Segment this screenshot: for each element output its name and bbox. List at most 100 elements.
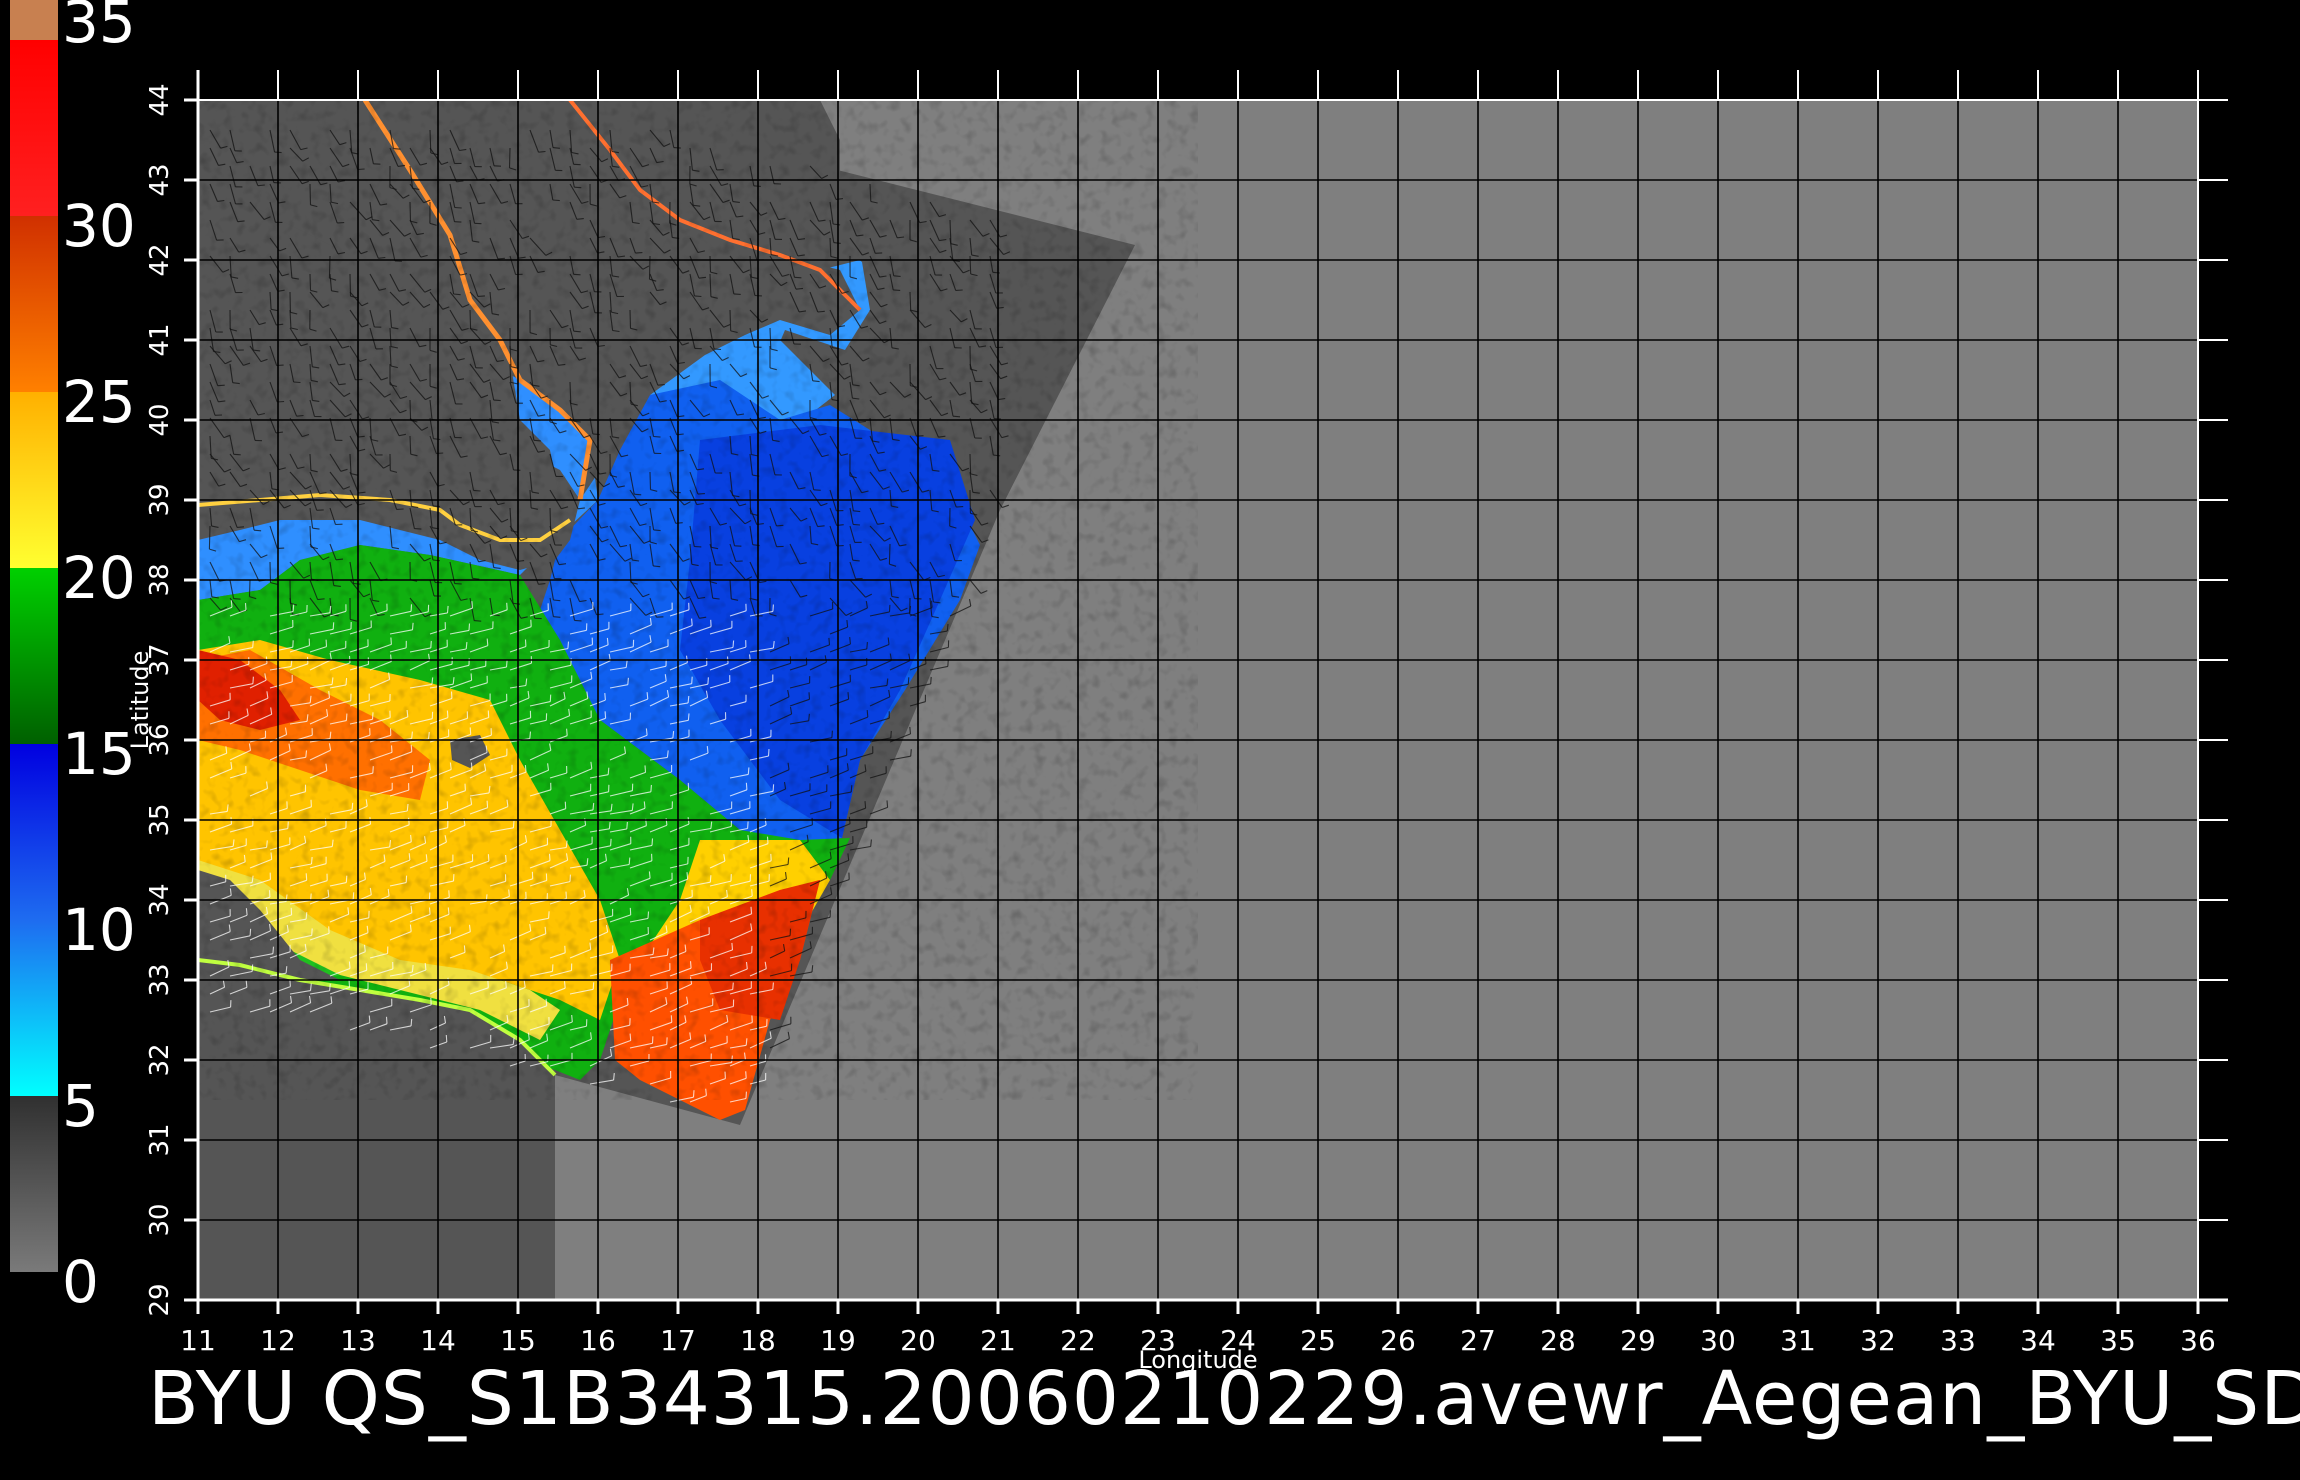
wind-barb-flag [733, 293, 741, 295]
colorbar-band [10, 1096, 58, 1272]
y-tick-label: 41 [145, 323, 175, 356]
x-tick-label: 30 [1700, 1324, 1736, 1357]
colorbar-tick-label: 5 [62, 1072, 99, 1140]
x-tick-label: 22 [1060, 1324, 1096, 1357]
wind-barb [649, 471, 652, 490]
wind-barb-flag [217, 384, 225, 387]
wind-barb-flag [772, 982, 774, 990]
wind-barb-flag [626, 821, 628, 829]
x-tick-label: 34 [2020, 1324, 2056, 1357]
wind-barb-flag [573, 330, 581, 333]
wind-barb-flag [465, 642, 468, 650]
wind-barb [969, 255, 972, 275]
wind-barb-flag [463, 945, 466, 953]
wind-barb-flag [952, 415, 961, 418]
colorbar-tick-label: 10 [62, 896, 136, 964]
wind-barb-flag [670, 1015, 673, 1023]
colorbar-band [10, 744, 58, 920]
wind-barb-flag [747, 821, 749, 829]
wind-speed-map: 05101520253035 11 12 13 14 15 16 17 18 1… [10, 0, 2228, 1374]
wind-barb-flag [446, 605, 449, 613]
y-tick-label: 31 [145, 1123, 175, 1156]
wind-barb [409, 435, 412, 455]
wind-barb-flag [607, 767, 610, 775]
y-tick-label: 35 [145, 803, 175, 836]
wind-barb-flag [406, 709, 409, 717]
wind-barb-flag [794, 276, 802, 279]
wind-barb-flag [410, 744, 413, 752]
image-caption: BYU QS_S1B34315.20060210229.avewr_Aegean… [148, 1356, 2300, 1442]
wind-barb-flag [252, 676, 254, 684]
wind-barb [709, 255, 712, 273]
wind-barb [629, 309, 632, 329]
wind-barb-flag [930, 600, 933, 608]
x-tick-label: 32 [1860, 1324, 1896, 1357]
wind-barb-flag [650, 784, 652, 792]
wind-barb-flag [675, 522, 683, 524]
y-tick-label: 42 [145, 243, 175, 276]
wind-barb-flag [566, 728, 568, 736]
wind-barb-flag [249, 928, 252, 936]
x-tick-label: 11 [180, 1324, 216, 1357]
x-tick-label: 21 [980, 1324, 1016, 1357]
wind-barb-flag [351, 802, 354, 810]
wind-barb-flag [608, 821, 611, 829]
wind-barb-flag [233, 598, 241, 600]
wind-barb [469, 309, 472, 329]
wind-barb-flag [604, 693, 606, 701]
wind-barb-flag [850, 785, 853, 793]
wind-barb-flag [285, 966, 288, 974]
wind-barb-flag [707, 677, 709, 685]
wind-barb-flag [454, 206, 462, 209]
wind-barb [909, 291, 912, 311]
wind-barb-flag [410, 1018, 413, 1026]
wind-barb-flag [345, 713, 348, 721]
wind-barb-flag [432, 505, 440, 508]
y-tick-label: 30 [145, 1203, 175, 1236]
wind-barb-flag [348, 961, 351, 969]
wind-barb-flag [371, 712, 374, 720]
wind-barb-flag [553, 599, 561, 602]
wind-barb [248, 579, 251, 597]
wind-barb-flag [545, 998, 548, 1006]
wind-barb-flag [647, 911, 650, 919]
wind-barb-flag [446, 710, 449, 718]
wind-barb-flag [573, 420, 581, 423]
wind-barb-flag [292, 604, 295, 612]
wind-barb-flag [610, 838, 612, 846]
x-tick-label: 33 [1940, 1324, 1976, 1357]
wind-barb-flag [653, 435, 661, 438]
wind-barb-flag [390, 745, 393, 753]
wind-barb [409, 201, 412, 222]
wind-barb-flag [270, 852, 273, 860]
wind-barb-flag [453, 293, 461, 296]
wind-barb-flag [524, 765, 527, 773]
wind-barb-flag [428, 907, 431, 915]
x-tick-label: 28 [1540, 1324, 1576, 1357]
wind-barb-flag [497, 257, 505, 260]
wind-barb-flag [552, 147, 560, 149]
y-tick-label: 43 [145, 163, 175, 196]
wind-barb-flag [635, 252, 643, 254]
wind-barb-flag [808, 713, 810, 721]
wind-barb-flag [506, 602, 508, 610]
wind-barb-flag [689, 961, 692, 969]
wind-barb-flag [424, 962, 427, 971]
colorbar-tick-label: 35 [62, 0, 136, 56]
wind-barb [888, 543, 891, 565]
x-tick-label: 16 [580, 1324, 616, 1357]
wind-barb-flag [428, 763, 431, 771]
wind-barb-flag [893, 275, 901, 277]
wind-barb-flag [576, 218, 584, 220]
wind-barb-flag [592, 802, 595, 810]
wind-barb-flag [470, 762, 473, 770]
wind-barb-flag [713, 348, 722, 351]
wind-barb-flag [750, 906, 753, 914]
wind-barb-flag [368, 1015, 371, 1023]
colorbar-band [10, 920, 58, 1096]
wind-barb-flag [390, 637, 392, 645]
wind-barb-flag [487, 854, 490, 862]
wind-barb-flag [505, 980, 507, 988]
y-tick-label: 44 [145, 83, 175, 116]
wind-barb [309, 273, 312, 291]
